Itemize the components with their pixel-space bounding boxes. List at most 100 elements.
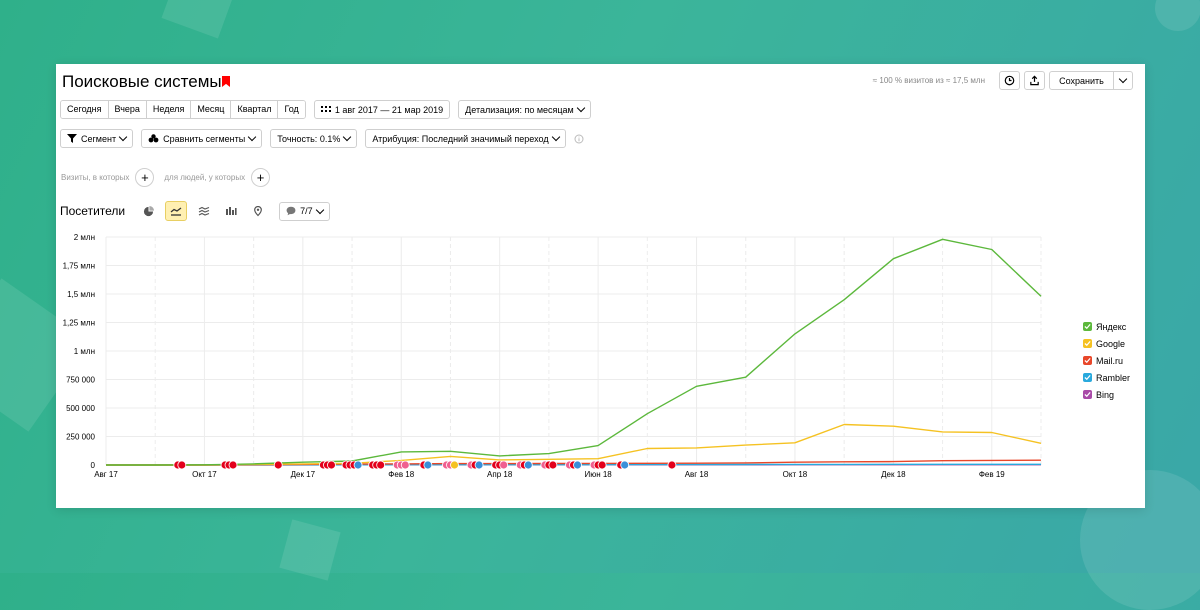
annotation-marker	[450, 461, 458, 469]
compare-icon	[148, 134, 159, 143]
visits-condition-label: Визиты, в которых	[61, 173, 129, 182]
x-tick-label: Окт 17	[192, 470, 217, 479]
annotation-marker	[574, 461, 582, 469]
y-tick-label: 2 млн	[74, 233, 95, 242]
pie-chart-icon[interactable]	[138, 202, 158, 220]
decor-circle-top-right	[1155, 0, 1200, 31]
annotation-marker	[401, 461, 409, 469]
compare-segments-button[interactable]: Сравнить сегменты	[141, 129, 262, 148]
period-quarter[interactable]: Квартал	[231, 101, 278, 118]
detail-text: Детализация: по месяцам	[465, 105, 574, 115]
annotation-marker	[475, 461, 483, 469]
legend-item-yandex[interactable]: Яндекс	[1083, 318, 1130, 335]
x-tick-label: Фев 19	[979, 470, 1005, 479]
y-tick-label: 1,25 млн	[63, 319, 95, 328]
detail-dropdown[interactable]: Детализация: по месяцам	[458, 100, 591, 119]
area-chart-icon[interactable]	[194, 202, 214, 220]
accuracy-dropdown[interactable]: Точность: 0.1%	[270, 129, 357, 148]
chevron-down-icon	[551, 133, 559, 141]
annotation-marker	[621, 461, 629, 469]
date-range-picker[interactable]: 1 авг 2017 — 21 мар 2019	[314, 100, 450, 119]
y-tick-label: 500 000	[66, 404, 95, 413]
y-tick-label: 1,75 млн	[63, 262, 95, 271]
chart-title: Посетители	[60, 204, 125, 218]
series-line-Яндекс	[106, 239, 1041, 465]
annotation-marker	[668, 461, 676, 469]
annotation-marker	[229, 461, 237, 469]
map-pin-icon[interactable]	[248, 202, 268, 220]
annotation-marker	[327, 461, 335, 469]
legend-item-google[interactable]: Google	[1083, 335, 1130, 352]
legend-label: Rambler	[1096, 373, 1130, 383]
history-button[interactable]	[999, 71, 1020, 90]
legend-item-rambler[interactable]: Rambler	[1083, 369, 1130, 386]
add-visit-condition-button[interactable]: +	[135, 168, 154, 187]
period-week[interactable]: Неделя	[147, 101, 191, 118]
sample-info: ≈ 100 % визитов из ≈ 17,5 млн	[873, 76, 985, 85]
annotation-marker	[354, 461, 362, 469]
annotation-marker	[377, 461, 385, 469]
chevron-down-icon	[248, 133, 256, 141]
page-title: Поисковые системы	[62, 72, 222, 92]
period-selector: Сегодня Вчера Неделя Месяц Квартал Год	[60, 100, 306, 119]
series-count: 7/7	[300, 206, 313, 216]
x-tick-label: Дек 18	[881, 470, 906, 479]
x-tick-label: Авг 18	[685, 470, 709, 479]
clock-icon	[1004, 75, 1015, 86]
chevron-down-icon	[577, 104, 585, 112]
checkbox-icon	[1083, 339, 1092, 348]
filter-icon	[67, 134, 77, 143]
comment-icon	[286, 206, 296, 216]
x-tick-label: Июн 18	[584, 470, 612, 479]
x-tick-label: Дек 17	[291, 470, 316, 479]
accuracy-label: Точность: 0.1%	[277, 134, 340, 144]
line-chart-icon[interactable]	[165, 201, 187, 221]
x-tick-label: Авг 17	[94, 470, 118, 479]
save-button[interactable]: Сохранить	[1049, 71, 1133, 90]
chart-legend: Яндекс Google Mail.ru Rambler Bing	[1083, 318, 1130, 403]
save-button-label: Сохранить	[1050, 72, 1114, 89]
report-panel: Поисковые системы ≈ 100 % визитов из ≈ 1…	[56, 64, 1145, 508]
attribution-label: Атрибуция: Последний значимый переход	[372, 134, 548, 144]
people-condition-label: для людей, у которых	[164, 173, 245, 182]
export-button[interactable]	[1024, 71, 1045, 90]
segment-button[interactable]: Сегмент	[60, 129, 133, 148]
filter-row: Сегмент Сравнить сегменты Точность: 0.1%…	[60, 129, 584, 148]
legend-item-mailru[interactable]: Mail.ru	[1083, 352, 1130, 369]
checkbox-icon	[1083, 322, 1092, 331]
legend-label: Яндекс	[1096, 322, 1126, 332]
chevron-down-icon	[119, 133, 127, 141]
info-icon[interactable]	[574, 134, 584, 144]
add-people-condition-button[interactable]: +	[251, 168, 270, 187]
compare-label: Сравнить сегменты	[163, 134, 245, 144]
period-today[interactable]: Сегодня	[61, 101, 109, 118]
period-yesterday[interactable]: Вчера	[109, 101, 147, 118]
decor-square-bottom	[279, 519, 340, 580]
bar-chart-icon[interactable]	[221, 202, 241, 220]
annotation-marker	[178, 461, 186, 469]
date-range-text: 1 авг 2017 — 21 мар 2019	[335, 105, 443, 115]
x-tick-label: Апр 18	[487, 470, 513, 479]
annotation-marker	[549, 461, 557, 469]
bookmark-icon[interactable]	[222, 76, 230, 87]
annotation-marker	[500, 461, 508, 469]
y-tick-label: 1 млн	[74, 347, 95, 356]
checkbox-icon	[1083, 373, 1092, 382]
period-month[interactable]: Месяц	[191, 101, 231, 118]
y-tick-label: 250 000	[66, 433, 95, 442]
chart-header: Посетители 7/7	[60, 201, 330, 221]
calendar-icon	[321, 105, 331, 114]
annotation-marker	[598, 461, 606, 469]
annotations-button[interactable]: 7/7	[279, 202, 330, 221]
legend-item-bing[interactable]: Bing	[1083, 386, 1130, 403]
decor-square-top	[162, 0, 239, 38]
annotation-marker	[524, 461, 532, 469]
y-tick-label: 750 000	[66, 376, 95, 385]
upload-icon	[1029, 75, 1040, 86]
chevron-down-icon	[1119, 75, 1127, 83]
save-dropdown[interactable]	[1114, 72, 1132, 89]
annotation-marker	[274, 461, 282, 469]
period-year[interactable]: Год	[278, 101, 304, 118]
attribution-dropdown[interactable]: Атрибуция: Последний значимый переход	[365, 129, 565, 148]
y-tick-label: 1,5 млн	[67, 290, 95, 299]
